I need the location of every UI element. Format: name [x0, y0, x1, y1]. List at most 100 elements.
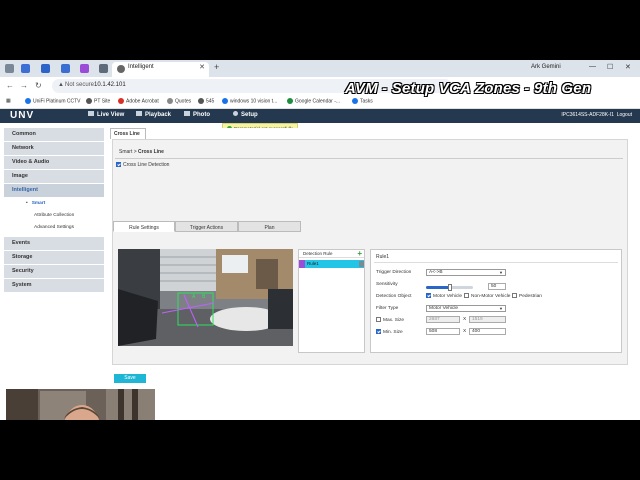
bookmark-item[interactable]: Google Calendar -... — [287, 98, 340, 104]
nav-playback[interactable]: Playback — [136, 111, 171, 118]
bookmark-item[interactable]: Tasks — [352, 98, 373, 104]
bookmark-item[interactable]: PT Site — [86, 98, 110, 104]
bookmarks-bar: ▦ UniFi Platinum CCTV PT Site Adobe Acro… — [0, 95, 640, 109]
non-motor-vehicle-checkbox[interactable] — [464, 293, 469, 298]
sidebar-item-network[interactable]: Network — [4, 142, 104, 155]
back-icon[interactable]: ← — [6, 81, 14, 90]
live-view-icon — [88, 111, 94, 116]
sidebar-sub-advanced-settings[interactable]: Advanced Settings — [4, 222, 104, 234]
breadcrumb-separator: > — [133, 149, 137, 155]
logout-link[interactable]: Logout — [617, 112, 632, 118]
pinned-tab-icon[interactable] — [99, 64, 108, 73]
detection-object-label: Detection Object — [376, 294, 412, 299]
sidebar-item-storage[interactable]: Storage — [4, 251, 104, 264]
apps-grid-icon[interactable]: ▦ — [6, 98, 11, 104]
tab-plan[interactable]: Plan — [238, 221, 301, 232]
rule-list-header: Detection Rule + — [299, 249, 364, 258]
add-rule-button[interactable]: + — [357, 249, 362, 258]
save-button[interactable]: Save — [114, 374, 146, 383]
tab-cross-line[interactable]: Cross Line — [110, 128, 146, 139]
garage-camera-image[interactable]: A B — [118, 249, 293, 346]
pedestrian-option[interactable]: Pedestrian — [512, 293, 542, 299]
bookmark-favicon-icon — [287, 98, 293, 104]
enable-cross-line[interactable]: Cross Line Detection — [116, 162, 169, 168]
line-label-b: B — [202, 294, 206, 300]
sensitivity-slider[interactable] — [426, 284, 473, 291]
pinned-tab-icon[interactable] — [21, 64, 30, 73]
close-window-icon[interactable]: ✕ — [625, 63, 631, 71]
warning-icon[interactable]: ▲ — [58, 82, 64, 88]
max-height-input[interactable]: 1519 — [469, 316, 506, 323]
sidebar-item-events[interactable]: Events — [4, 237, 104, 250]
presenter-webcam — [6, 389, 155, 420]
filter-type-select[interactable]: Motor Vehicle ▼ — [426, 305, 506, 312]
max-size-option[interactable]: Max. Size — [376, 317, 404, 323]
rule-list-item[interactable]: Rule1 — [299, 260, 364, 268]
pedestrian-checkbox[interactable] — [512, 293, 517, 298]
bookmark-favicon-icon — [167, 98, 173, 104]
breadcrumb-current: Cross Line — [138, 149, 164, 155]
motor-vehicle-checkbox[interactable] — [426, 293, 431, 298]
non-motor-vehicle-option[interactable]: Non-Motor Vehicle — [464, 293, 510, 299]
sidebar-item-video-audio[interactable]: Video & Audio — [4, 156, 104, 169]
bookmark-item[interactable]: 545 — [198, 98, 214, 104]
sidebar-item-common[interactable]: Common — [4, 128, 104, 141]
min-width-input[interactable]: 508 — [426, 328, 460, 335]
bookmark-item[interactable]: windows 10 vision t... — [222, 98, 277, 104]
bookmark-item[interactable]: Quotes — [167, 98, 191, 104]
sidebar-item-security[interactable]: Security — [4, 265, 104, 278]
pinned-tab-icon[interactable] — [41, 64, 50, 73]
bookmark-item[interactable]: UniFi Platinum CCTV — [25, 98, 81, 104]
max-size-checkbox[interactable] — [376, 317, 381, 322]
presenter-video-image — [6, 389, 155, 420]
sensitivity-handle[interactable] — [447, 284, 452, 291]
bookmark-favicon-icon — [86, 98, 92, 104]
min-size-checkbox[interactable] — [376, 329, 381, 334]
maximize-icon[interactable]: ☐ — [607, 63, 613, 71]
minimize-icon[interactable]: — — [589, 63, 596, 70]
forward-icon[interactable]: → — [20, 81, 28, 90]
camera-preview[interactable]: A B — [118, 249, 293, 346]
enable-checkbox[interactable] — [116, 162, 121, 168]
app-header: UNV Live View Playback Photo Setup IPC36… — [0, 109, 640, 123]
sensitivity-input[interactable]: 50 — [488, 283, 506, 290]
bookmark-favicon-icon — [352, 98, 358, 104]
gear-icon — [233, 111, 238, 116]
sidebar-item-intelligent[interactable]: Intelligent — [4, 184, 104, 197]
sidebar-sub-smart[interactable]: Smart — [4, 198, 104, 210]
bookmark-item[interactable]: Adobe Acrobat — [118, 98, 159, 104]
motor-vehicle-option[interactable]: Motor Vehicle — [426, 293, 462, 299]
url-text[interactable]: 10.1.42.101 — [94, 82, 126, 88]
tab-rule-settings[interactable]: Rule Settings — [113, 221, 175, 232]
browser-tab-strip: Intelligent ✕ + Ark Gemini — ☐ ✕ — [0, 60, 640, 77]
nav-setup[interactable]: Setup — [233, 111, 258, 118]
max-width-input[interactable]: 2687 — [426, 316, 460, 323]
rule-settings-panel: Rule1 Trigger Direction A<->B ▼ Sensitivi… — [370, 249, 622, 353]
profile-name[interactable]: Ark Gemini — [531, 64, 561, 70]
nav-live-view[interactable]: Live View — [88, 111, 124, 118]
trigger-direction-select[interactable]: A<->B ▼ — [426, 269, 506, 276]
main-content: Cross Line Smart > Cross Line Cross Line… — [110, 128, 630, 420]
reload-icon[interactable]: ↻ — [35, 81, 42, 90]
divider — [374, 262, 618, 263]
active-tab[interactable]: Intelligent ✕ — [112, 62, 209, 77]
sidebar-item-image[interactable]: Image — [4, 170, 104, 183]
security-status[interactable]: Not secure — [65, 82, 94, 88]
sidebar-item-system[interactable]: System — [4, 279, 104, 292]
breadcrumb-parent[interactable]: Smart — [119, 149, 132, 155]
sidebar-sub-attribute-collection[interactable]: Attribute Collection — [4, 210, 104, 222]
close-tab-icon[interactable]: ✕ — [199, 63, 205, 71]
new-tab-button[interactable]: + — [214, 62, 219, 72]
pinned-tab-icon[interactable] — [61, 64, 70, 73]
pinned-tab-icon[interactable] — [80, 64, 89, 73]
unv-logo: UNV — [10, 110, 35, 121]
tab-trigger-actions[interactable]: Trigger Actions — [175, 221, 238, 232]
min-height-input[interactable]: 400 — [469, 328, 506, 335]
nav-photo[interactable]: Photo — [184, 111, 210, 118]
delete-rule-icon[interactable] — [359, 261, 364, 267]
photo-icon — [184, 111, 190, 116]
chevron-down-icon: ▼ — [499, 270, 503, 275]
tab-search-icon[interactable] — [5, 64, 14, 73]
max-size-x: X — [463, 317, 467, 322]
min-size-option[interactable]: Min. Size — [376, 329, 403, 335]
